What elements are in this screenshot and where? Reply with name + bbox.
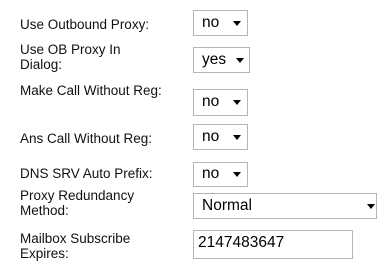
setting-row-proxy-redundancy-method: Proxy Redundancy Method: Normal (0, 184, 377, 228)
use-ob-proxy-in-dialog-label: Use OB Proxy In Dialog: (20, 42, 121, 72)
ans-call-without-reg-value: no (202, 128, 220, 145)
use-ob-proxy-in-dialog-select[interactable]: yes (193, 47, 250, 73)
chevron-down-icon (233, 172, 241, 177)
ans-call-without-reg-select[interactable]: no (193, 124, 248, 150)
dns-srv-auto-prefix-label: DNS SRV Auto Prefix: (20, 166, 153, 181)
make-call-without-reg-value: no (202, 93, 220, 110)
chevron-down-icon (236, 58, 244, 63)
mailbox-subscribe-expires-value: 2147483647 (198, 234, 285, 251)
make-call-without-reg-label: Make Call Without Reg: (20, 83, 162, 98)
setting-row-ans-call-without-reg: Ans Call Without Reg: no (0, 124, 377, 158)
chevron-down-icon (233, 135, 241, 140)
setting-row-use-outbound-proxy: Use Outbound Proxy: no (0, 0, 377, 46)
setting-row-mailbox-subscribe-expires: Mailbox Subscribe Expires: 2147483647 (0, 228, 377, 263)
mailbox-subscribe-expires-input[interactable]: 2147483647 (193, 230, 353, 259)
setting-row-make-call-without-reg: Make Call Without Reg: no (0, 82, 377, 124)
proxy-redundancy-method-value: Normal (202, 197, 252, 214)
ans-call-without-reg-label: Ans Call Without Reg: (20, 131, 153, 146)
dns-srv-auto-prefix-value: no (202, 165, 220, 182)
use-ob-proxy-in-dialog-value: yes (202, 51, 227, 68)
use-outbound-proxy-value: no (202, 14, 220, 31)
use-outbound-proxy-label: Use Outbound Proxy: (20, 17, 150, 32)
chevron-down-icon (233, 100, 241, 105)
make-call-without-reg-select[interactable]: no (193, 89, 248, 116)
mailbox-subscribe-expires-label: Mailbox Subscribe Expires: (20, 231, 131, 261)
use-outbound-proxy-select[interactable]: no (193, 10, 248, 36)
setting-row-use-ob-proxy-in-dialog: Use OB Proxy In Dialog: yes (0, 42, 377, 82)
chevron-down-icon (367, 204, 375, 209)
chevron-down-icon (233, 21, 241, 26)
setting-row-dns-srv-auto-prefix: DNS SRV Auto Prefix: no (0, 158, 377, 187)
proxy-redundancy-method-label: Proxy Redundancy Method: (20, 188, 135, 218)
proxy-redundancy-method-select[interactable]: Normal (193, 193, 377, 219)
